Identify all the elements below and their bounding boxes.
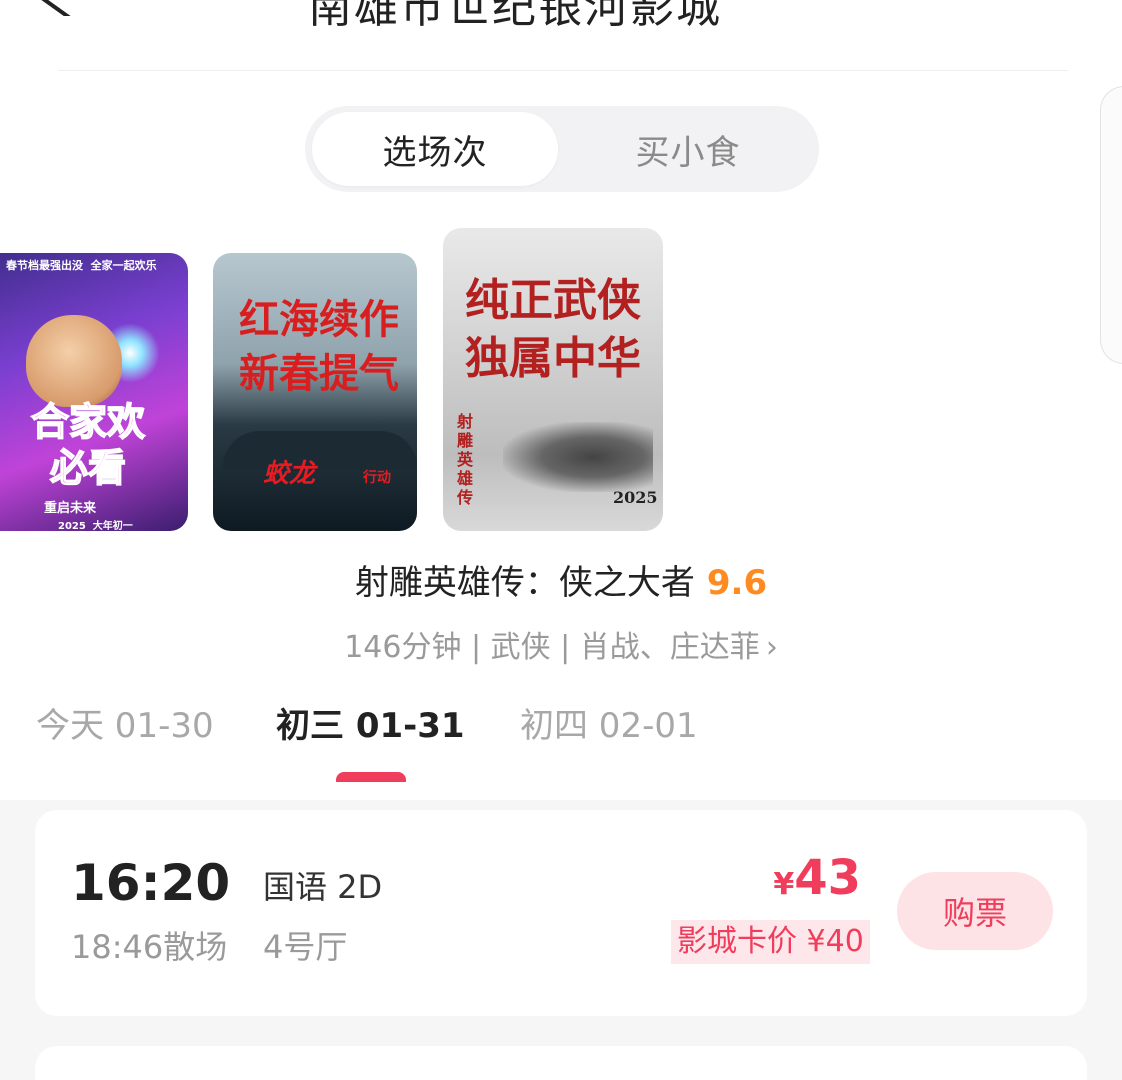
date-tab-day3[interactable]: 初三 01-31 bbox=[276, 702, 465, 750]
chevron-left-icon bbox=[41, 0, 72, 20]
showtime-card-next[interactable] bbox=[35, 1046, 1087, 1080]
chevron-right-icon: › bbox=[765, 630, 778, 665]
poster-character-image bbox=[26, 315, 122, 407]
page: 南雄市世纪银河影城 选场次 买小食 春节档最强出没 全家一起欢乐 合家欢 必看 … bbox=[0, 0, 1122, 1080]
showtime-language-format: 国语 2D bbox=[263, 868, 383, 906]
poster-slogan: 合家欢 必看 bbox=[30, 399, 146, 491]
date-tab-today[interactable]: 今天 01-30 bbox=[36, 702, 214, 750]
poster-slogan: 纯正武侠 独属中华 bbox=[465, 275, 641, 384]
showtime-card[interactable]: 16:20 18:46散场 国语 2D 4号厅 ¥43 影城卡价 ¥40 购票 bbox=[35, 810, 1087, 1016]
tab-buy-snacks[interactable]: 买小食 bbox=[565, 112, 811, 186]
header-divider bbox=[58, 70, 1068, 71]
page-title: 南雄市世纪银河影城 bbox=[308, 0, 722, 33]
poster-movie-name: 蛟龙 bbox=[263, 459, 316, 489]
mode-segmented-control: 选场次 买小食 bbox=[305, 106, 819, 192]
tab-select-showtime[interactable]: 选场次 bbox=[312, 112, 558, 186]
currency-symbol: ¥ bbox=[773, 867, 795, 902]
poster-tagline: 春节档最强出没 全家一起欢乐 bbox=[6, 259, 157, 272]
poster-movie-name: 射 雕 英 雄 传 bbox=[457, 412, 474, 507]
showtime-end: 18:46散场 bbox=[71, 928, 228, 966]
poster-submarine-image bbox=[223, 431, 417, 471]
showtime-hall: 4号厅 bbox=[263, 928, 348, 966]
movie-poster-2[interactable]: 红海续作 新春提气 蛟龙 行动 bbox=[213, 253, 417, 531]
movie-title: 射雕英雄传：侠之大者 bbox=[354, 563, 695, 603]
member-card-price: 影城卡价 ¥40 bbox=[671, 920, 870, 964]
buy-ticket-button[interactable]: 购票 bbox=[897, 872, 1053, 950]
poster-slogan: 红海续作 新春提气 bbox=[239, 297, 399, 397]
top-panel: 南雄市世纪银河影城 选场次 买小食 春节档最强出没 全家一起欢乐 合家欢 必看 … bbox=[0, 0, 1122, 800]
date-tab-day4[interactable]: 初四 02-01 bbox=[520, 702, 698, 750]
showtime-price: ¥43 bbox=[755, 850, 861, 906]
movie-poster-3-selected[interactable]: 纯正武侠 独属中华 射 雕 英 雄 传 2025 bbox=[443, 228, 663, 531]
poster-movie-name-suffix: 行动 bbox=[363, 470, 391, 486]
movie-title-row: 射雕英雄传：侠之大者 9.6 bbox=[0, 560, 1122, 606]
movie-score: 9.6 bbox=[706, 563, 768, 603]
side-drawer-handle[interactable] bbox=[1100, 86, 1122, 364]
poster-eagle-image bbox=[503, 422, 653, 492]
poster-movie-name: 重启未来 bbox=[44, 501, 97, 516]
movie-details-link[interactable]: 146分钟 | 武侠 | 肖战、庄达菲 › bbox=[0, 626, 1122, 670]
movie-meta-text: 146分钟 | 武侠 | 肖战、庄达菲 bbox=[344, 630, 760, 665]
showtime-start: 16:20 bbox=[71, 854, 231, 912]
back-button[interactable] bbox=[36, 0, 80, 20]
date-tab-active-indicator bbox=[336, 772, 406, 782]
poster-year: 2025 bbox=[613, 488, 658, 507]
poster-release-date: 2025 大年初一 bbox=[58, 521, 133, 531]
movie-poster-1[interactable]: 春节档最强出没 全家一起欢乐 合家欢 必看 重启未来 2025 大年初一 bbox=[0, 253, 188, 531]
price-value: 43 bbox=[794, 850, 861, 906]
